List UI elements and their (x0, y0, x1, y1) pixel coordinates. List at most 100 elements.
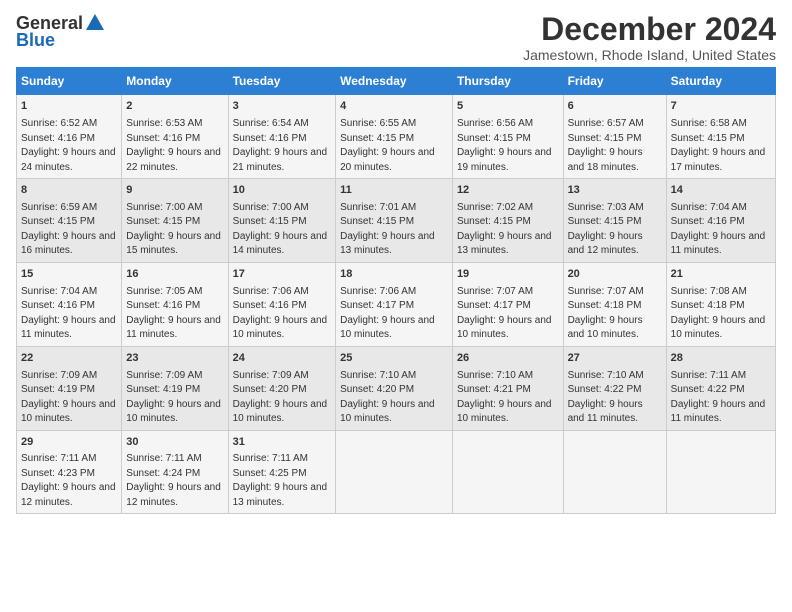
calendar-cell: 26 Sunrise: 7:10 AMSunset: 4:21 PMDayligh… (452, 346, 563, 430)
calendar-cell: 31 Sunrise: 7:11 AMSunset: 4:25 PMDayligh… (228, 430, 336, 514)
day-info: Sunrise: 7:06 AMSunset: 4:16 PMDaylight:… (233, 286, 328, 341)
day-info: Sunrise: 7:08 AMSunset: 4:18 PMDaylight:… (671, 286, 766, 341)
day-number: 3 (233, 99, 332, 114)
calendar-cell: 9 Sunrise: 7:00 AMSunset: 4:15 PMDaylight… (122, 179, 228, 263)
day-number: 2 (126, 99, 223, 114)
day-info: Sunrise: 6:59 AMSunset: 4:15 PMDaylight:… (21, 202, 116, 257)
calendar-cell: 17Sunrise: 7:06 AMSunset: 4:16 PMDayligh… (228, 262, 336, 346)
calendar-cell: 20 Sunrise: 7:07 AMSunset: 4:18 PMDayligh… (563, 262, 666, 346)
day-info: Sunrise: 7:04 AMSunset: 4:16 PMDaylight:… (21, 286, 116, 341)
subtitle: Jamestown, Rhode Island, United States (523, 47, 776, 63)
calendar-cell: 21 Sunrise: 7:08 AMSunset: 4:18 PMDayligh… (666, 262, 775, 346)
day-info: Sunrise: 7:10 AMSunset: 4:22 PMDaylight:… (568, 370, 644, 425)
calendar-cell: 23 Sunrise: 7:09 AMSunset: 4:19 PMDayligh… (122, 346, 228, 430)
day-number: 9 (126, 183, 223, 198)
day-info: Sunrise: 7:00 AMSunset: 4:15 PMDaylight:… (126, 202, 221, 257)
day-number: 16 (126, 267, 223, 282)
day-number: 11 (340, 183, 448, 198)
calendar-cell: 22Sunrise: 7:09 AMSunset: 4:19 PMDayligh… (17, 346, 122, 430)
calendar-cell: 12 Sunrise: 7:02 AMSunset: 4:15 PMDayligh… (452, 179, 563, 263)
day-info: Sunrise: 6:53 AMSunset: 4:16 PMDaylight:… (126, 118, 221, 173)
calendar-cell (666, 430, 775, 514)
day-number: 20 (568, 267, 662, 282)
col-sunday: Sunday (17, 68, 122, 95)
col-saturday: Saturday (666, 68, 775, 95)
calendar-cell: 18Sunrise: 7:06 AMSunset: 4:17 PMDayligh… (336, 262, 453, 346)
calendar-cell: 16 Sunrise: 7:05 AMSunset: 4:16 PMDayligh… (122, 262, 228, 346)
day-info: Sunrise: 7:03 AMSunset: 4:15 PMDaylight:… (568, 202, 644, 257)
day-number: 23 (126, 351, 223, 366)
day-info: Sunrise: 7:11 AMSunset: 4:22 PMDaylight:… (671, 370, 766, 425)
calendar-cell: 7 Sunrise: 6:58 AMSunset: 4:15 PMDaylight… (666, 95, 775, 179)
day-info: Sunrise: 7:09 AMSunset: 4:19 PMDaylight:… (21, 370, 116, 425)
day-info: Sunrise: 7:09 AMSunset: 4:19 PMDaylight:… (126, 370, 221, 425)
col-friday: Friday (563, 68, 666, 95)
day-info: Sunrise: 7:11 AMSunset: 4:25 PMDaylight:… (233, 453, 328, 508)
day-info: Sunrise: 6:55 AMSunset: 4:15 PMDaylight:… (340, 118, 435, 173)
day-info: Sunrise: 7:10 AMSunset: 4:20 PMDaylight:… (340, 370, 435, 425)
day-number: 24 (233, 351, 332, 366)
calendar-cell: 19 Sunrise: 7:07 AMSunset: 4:17 PMDayligh… (452, 262, 563, 346)
day-info: Sunrise: 7:07 AMSunset: 4:18 PMDaylight:… (568, 286, 644, 341)
calendar-cell: 29 Sunrise: 7:11 AMSunset: 4:23 PMDayligh… (17, 430, 122, 514)
calendar-cell: 15 Sunrise: 7:04 AMSunset: 4:16 PMDayligh… (17, 262, 122, 346)
day-info: Sunrise: 7:06 AMSunset: 4:17 PMDaylight:… (340, 286, 435, 341)
calendar-cell: 11Sunrise: 7:01 AMSunset: 4:15 PMDayligh… (336, 179, 453, 263)
day-info: Sunrise: 7:07 AMSunset: 4:17 PMDaylight:… (457, 286, 552, 341)
day-number: 29 (21, 435, 117, 450)
day-number: 19 (457, 267, 559, 282)
calendar-table: Sunday Monday Tuesday Wednesday Thursday… (16, 67, 776, 514)
day-info: Sunrise: 7:05 AMSunset: 4:16 PMDaylight:… (126, 286, 221, 341)
calendar-week-row: 8 Sunrise: 6:59 AMSunset: 4:15 PMDaylight… (17, 179, 776, 263)
day-info: Sunrise: 6:58 AMSunset: 4:15 PMDaylight:… (671, 118, 766, 173)
logo-icon (84, 12, 106, 34)
calendar-cell: 24Sunrise: 7:09 AMSunset: 4:20 PMDayligh… (228, 346, 336, 430)
day-number: 10 (233, 183, 332, 198)
day-info: Sunrise: 7:10 AMSunset: 4:21 PMDaylight:… (457, 370, 552, 425)
calendar-cell: 30Sunrise: 7:11 AMSunset: 4:24 PMDayligh… (122, 430, 228, 514)
header: General Blue December 2024 Jamestown, Rh… (16, 12, 776, 63)
calendar-cell: 4 Sunrise: 6:55 AMSunset: 4:15 PMDaylight… (336, 95, 453, 179)
day-number: 1 (21, 99, 117, 114)
calendar-cell: 8 Sunrise: 6:59 AMSunset: 4:15 PMDaylight… (17, 179, 122, 263)
calendar-cell: 1Sunrise: 6:52 AMSunset: 4:16 PMDaylight… (17, 95, 122, 179)
col-wednesday: Wednesday (336, 68, 453, 95)
day-number: 31 (233, 435, 332, 450)
calendar-cell: 3 Sunrise: 6:54 AMSunset: 4:16 PMDaylight… (228, 95, 336, 179)
day-info: Sunrise: 7:11 AMSunset: 4:23 PMDaylight:… (21, 453, 116, 508)
day-info: Sunrise: 6:57 AMSunset: 4:15 PMDaylight:… (568, 118, 644, 173)
day-number: 6 (568, 99, 662, 114)
day-info: Sunrise: 6:56 AMSunset: 4:15 PMDaylight:… (457, 118, 552, 173)
day-number: 12 (457, 183, 559, 198)
day-number: 21 (671, 267, 771, 282)
logo: General Blue (16, 12, 106, 51)
calendar-week-row: 29 Sunrise: 7:11 AMSunset: 4:23 PMDayligh… (17, 430, 776, 514)
main-title: December 2024 (523, 12, 776, 47)
day-info: Sunrise: 6:54 AMSunset: 4:16 PMDaylight:… (233, 118, 328, 173)
header-row: Sunday Monday Tuesday Wednesday Thursday… (17, 68, 776, 95)
calendar-week-row: 22Sunrise: 7:09 AMSunset: 4:19 PMDayligh… (17, 346, 776, 430)
day-number: 26 (457, 351, 559, 366)
calendar-cell (336, 430, 453, 514)
day-info: Sunrise: 7:02 AMSunset: 4:15 PMDaylight:… (457, 202, 552, 257)
title-block: December 2024 Jamestown, Rhode Island, U… (523, 12, 776, 63)
col-monday: Monday (122, 68, 228, 95)
calendar-cell: 25 Sunrise: 7:10 AMSunset: 4:20 PMDayligh… (336, 346, 453, 430)
col-tuesday: Tuesday (228, 68, 336, 95)
calendar-cell: 2 Sunrise: 6:53 AMSunset: 4:16 PMDaylight… (122, 95, 228, 179)
page-container: General Blue December 2024 Jamestown, Rh… (0, 0, 792, 522)
day-number: 25 (340, 351, 448, 366)
calendar-cell: 14Sunrise: 7:04 AMSunset: 4:16 PMDayligh… (666, 179, 775, 263)
day-info: Sunrise: 7:00 AMSunset: 4:15 PMDaylight:… (233, 202, 328, 257)
day-number: 7 (671, 99, 771, 114)
calendar-cell (452, 430, 563, 514)
day-number: 4 (340, 99, 448, 114)
calendar-cell: 6 Sunrise: 6:57 AMSunset: 4:15 PMDaylight… (563, 95, 666, 179)
day-info: Sunrise: 7:11 AMSunset: 4:24 PMDaylight:… (126, 453, 221, 508)
day-number: 8 (21, 183, 117, 198)
day-number: 15 (21, 267, 117, 282)
calendar-cell: 10 Sunrise: 7:00 AMSunset: 4:15 PMDayligh… (228, 179, 336, 263)
day-number: 27 (568, 351, 662, 366)
calendar-cell: 5Sunrise: 6:56 AMSunset: 4:15 PMDaylight… (452, 95, 563, 179)
day-number: 28 (671, 351, 771, 366)
